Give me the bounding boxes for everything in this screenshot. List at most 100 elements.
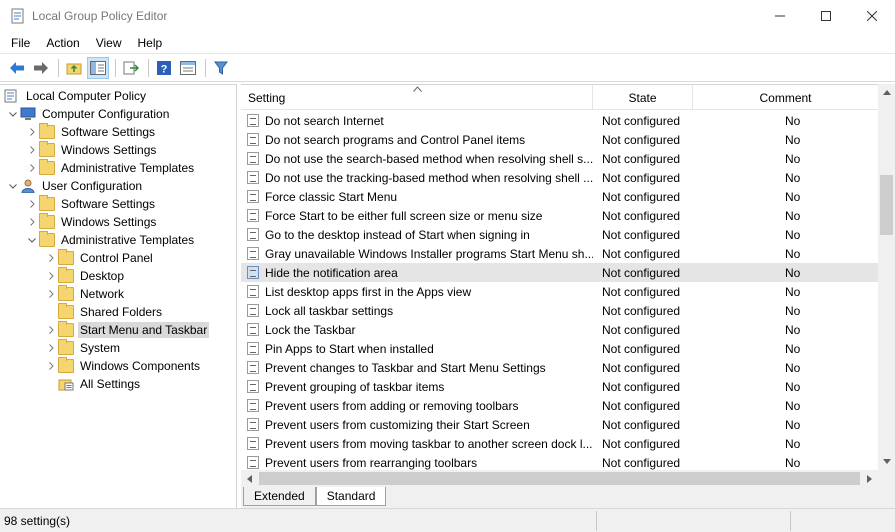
tree-node[interactable]: Windows Settings <box>0 213 236 231</box>
policy-row[interactable]: Prevent changes to Taskbar and Start Men… <box>241 358 878 377</box>
policy-row[interactable]: Hide the notification area Not configured… <box>241 263 878 282</box>
column-header-setting[interactable]: Setting <box>241 85 593 110</box>
help-icon[interactable]: ? <box>153 57 175 79</box>
policy-setting-name: Gray unavailable Windows Installer progr… <box>265 246 593 261</box>
policy-setting-cell: Prevent users from adding or removing to… <box>241 399 593 413</box>
tree-node[interactable]: System <box>0 339 236 357</box>
policy-row[interactable]: Force classic Start Menu Not configured No <box>241 187 878 206</box>
policy-setting-name: Prevent grouping of taskbar items <box>265 379 445 394</box>
extended-view-icon[interactable] <box>177 57 199 79</box>
sort-ascending-icon <box>413 85 422 103</box>
tree-node[interactable]: Start Menu and Taskbar <box>0 321 236 339</box>
policy-comment: No <box>785 227 801 242</box>
folder-icon <box>39 141 55 157</box>
policy-setting-name: Lock all taskbar settings <box>265 303 394 318</box>
policy-row[interactable]: Prevent grouping of taskbar items Not con… <box>241 377 878 396</box>
export-list-icon[interactable] <box>120 57 142 79</box>
tree-node[interactable]: Desktop <box>0 267 236 285</box>
tree-node[interactable]: Shared Folders <box>0 303 236 321</box>
chevron-right-icon[interactable] <box>25 213 39 231</box>
app-icon <box>10 8 26 24</box>
forward-arrow-icon[interactable] <box>30 57 52 79</box>
policy-row[interactable]: Pin Apps to Start when installed Not conf… <box>241 339 878 358</box>
policy-row[interactable]: Do not search programs and Control Panel… <box>241 130 878 149</box>
policy-row[interactable]: Prevent users from moving taskbar to ano… <box>241 434 878 453</box>
menu-action[interactable]: Action <box>38 32 87 54</box>
policy-row[interactable]: Go to the desktop instead of Start when … <box>241 225 878 244</box>
chevron-right-icon[interactable] <box>25 123 39 141</box>
policy-row[interactable]: Do not use the search-based method when … <box>241 149 878 168</box>
policy-row[interactable]: List desktop apps first in the Apps view… <box>241 282 878 301</box>
tree-node[interactable]: Computer Configuration <box>0 105 236 123</box>
chevron-right-icon[interactable] <box>44 339 58 357</box>
tree-node[interactable]: Software Settings <box>0 195 236 213</box>
close-button[interactable] <box>849 0 895 32</box>
back-arrow-icon[interactable] <box>6 57 28 79</box>
tree-node[interactable]: Windows Components <box>0 357 236 375</box>
list-header: Setting State Comment <box>241 85 878 110</box>
tree-node[interactable]: Administrative Templates <box>0 231 236 249</box>
scroll-up-icon[interactable] <box>878 84 895 101</box>
horizontal-scroll-thumb[interactable] <box>259 472 860 485</box>
tree-node[interactable]: Control Panel <box>0 249 236 267</box>
policy-setting-name: Go to the desktop instead of Start when … <box>265 227 530 242</box>
policy-row[interactable]: Do not use the tracking-based method whe… <box>241 168 878 187</box>
tree-node[interactable]: Software Settings <box>0 123 236 141</box>
tab-standard[interactable]: Standard <box>315 487 387 506</box>
column-header-state[interactable]: State <box>593 85 693 110</box>
menu-view[interactable]: View <box>88 32 130 54</box>
chevron-down-icon[interactable] <box>6 105 20 123</box>
vertical-scroll-thumb[interactable] <box>880 175 893 235</box>
column-header-setting-label: Setting <box>248 91 286 105</box>
tree-node-label: Administrative Templates <box>61 233 195 247</box>
folder-icon <box>58 267 74 283</box>
tab-extended[interactable]: Extended <box>243 487 316 506</box>
chevron-right-icon[interactable] <box>44 285 58 303</box>
policy-row[interactable]: Prevent users from customizing their Sta… <box>241 415 878 434</box>
tree-node[interactable]: Windows Settings <box>0 141 236 159</box>
policy-setting-name: Pin Apps to Start when installed <box>265 341 434 356</box>
filter-icon[interactable] <box>210 57 232 79</box>
column-header-comment[interactable]: Comment <box>693 85 878 110</box>
tree-node-label: Control Panel <box>80 251 153 265</box>
chevron-down-icon[interactable] <box>25 231 39 249</box>
policy-setting-cell: Do not search programs and Control Panel… <box>241 133 593 147</box>
tree-node[interactable]: Local Computer Policy <box>0 87 236 105</box>
menu-help[interactable]: Help <box>130 32 171 54</box>
scroll-left-icon[interactable] <box>241 470 258 487</box>
scroll-right-icon[interactable] <box>861 470 878 487</box>
chevron-right-icon[interactable] <box>25 141 39 159</box>
policy-setting-icon <box>247 228 259 241</box>
menu-file[interactable]: File <box>0 32 38 54</box>
policy-setting-icon <box>247 190 259 203</box>
vertical-scrollbar[interactable] <box>878 84 895 470</box>
policy-setting-cell: Prevent grouping of taskbar items <box>241 380 593 394</box>
tree-node[interactable]: User Configuration <box>0 177 236 195</box>
up-folder-icon[interactable] <box>63 57 85 79</box>
horizontal-scrollbar[interactable] <box>241 470 895 487</box>
chevron-right-icon[interactable] <box>25 195 39 213</box>
policy-row[interactable]: Gray unavailable Windows Installer progr… <box>241 244 878 263</box>
chevron-right-icon[interactable] <box>44 249 58 267</box>
show-hide-tree-icon[interactable] <box>87 57 109 79</box>
chevron-right-icon[interactable] <box>44 321 58 339</box>
settings-list-pane: Setting State Comment Do not search Inte… <box>241 84 895 486</box>
chevron-right-icon[interactable] <box>44 357 58 375</box>
minimize-button[interactable] <box>757 0 803 32</box>
policy-row[interactable]: Lock the Taskbar Not configured No <box>241 320 878 339</box>
policy-setting-name: List desktop apps first in the Apps view <box>265 284 472 299</box>
tree-node[interactable]: Administrative Templates <box>0 159 236 177</box>
policy-row[interactable]: Prevent users from adding or removing to… <box>241 396 878 415</box>
scroll-down-icon[interactable] <box>878 453 895 470</box>
tree-node[interactable]: All Settings <box>0 375 236 393</box>
policy-comment: No <box>785 341 801 356</box>
chevron-right-icon[interactable] <box>44 267 58 285</box>
chevron-right-icon[interactable] <box>25 159 39 177</box>
policy-comment: No <box>785 322 801 337</box>
policy-row[interactable]: Do not search Internet Not configured No <box>241 111 878 130</box>
maximize-button[interactable] <box>803 0 849 32</box>
policy-row[interactable]: Lock all taskbar settings Not configured N… <box>241 301 878 320</box>
tree-node[interactable]: Network <box>0 285 236 303</box>
chevron-down-icon[interactable] <box>6 177 20 195</box>
policy-row[interactable]: Force Start to be either full screen siz… <box>241 206 878 225</box>
